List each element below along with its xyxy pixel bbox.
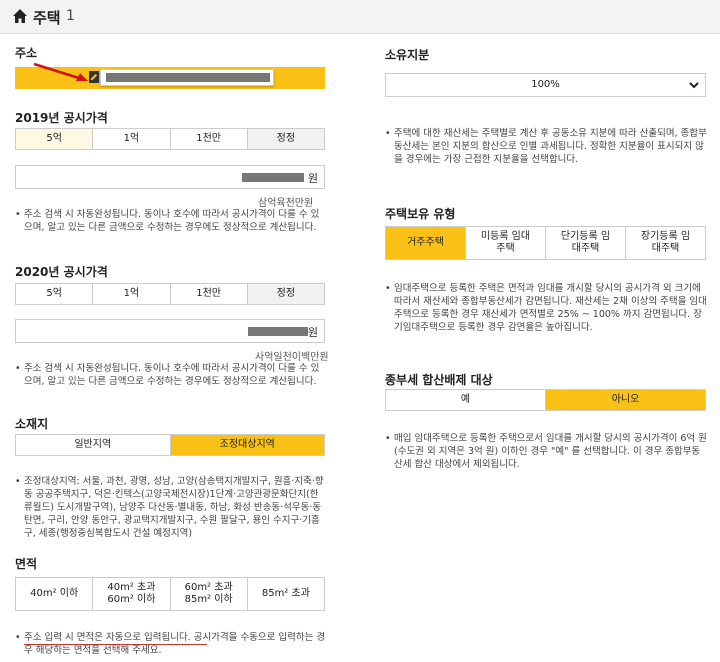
price-2019-note: 주소 검색 시 자동완성됩니다. 동이나 호수에 따라서 공시가격이 다를 수 … bbox=[15, 208, 327, 234]
holding-unregistered-rental-button[interactable]: 미등록 임대 주택 bbox=[465, 227, 545, 259]
area-option-60-85[interactable]: 60m² 초과 85m² 이하 bbox=[169, 578, 247, 610]
price-2020-label: 2020년 공시가격 bbox=[15, 265, 108, 279]
address-label: 주소 bbox=[15, 46, 38, 60]
area-label: 면적 bbox=[15, 557, 38, 571]
section-header: 주택 1 bbox=[0, 0, 720, 34]
holding-short-term-rental-button[interactable]: 단기등록 임 대주택 bbox=[545, 227, 625, 259]
location-general-button[interactable]: 일반지역 bbox=[16, 435, 170, 455]
address-redaction bbox=[106, 73, 270, 82]
holding-type-note: 임대주택으로 등록한 주택은 면적과 임대를 개시할 당시의 공시가격 외 크기… bbox=[385, 282, 708, 334]
price-2019-quick-buttons: 5억 1억 1천만 정정 bbox=[15, 128, 325, 150]
price-2019-korean-amount: 삼억육천만원 bbox=[258, 198, 314, 209]
price-2019-redaction bbox=[242, 173, 304, 182]
annotation-arrow-icon bbox=[33, 62, 88, 81]
price-2020-korean-amount: 사억일천이백만원 bbox=[255, 352, 329, 363]
holding-long-term-rental-button[interactable]: 장기등록 임 대주택 bbox=[625, 227, 705, 259]
exclusion-yes-button[interactable]: 예 bbox=[386, 390, 545, 410]
ownership-select[interactable]: 100% bbox=[385, 73, 706, 97]
price-2019-1cheonman-button[interactable]: 1천만 bbox=[169, 129, 247, 149]
holding-type-label: 주택보유 유형 bbox=[385, 207, 456, 221]
annotation-underline bbox=[24, 644, 207, 645]
holding-type-selector: 거주주택 미등록 임대 주택 단기등록 임 대주택 장기등록 임 대주택 bbox=[385, 226, 706, 260]
price-2019-label: 2019년 공시가격 bbox=[15, 111, 108, 125]
price-2019-5eok-button[interactable]: 5억 bbox=[16, 129, 93, 149]
price-2020-unit: 원 bbox=[307, 326, 318, 339]
location-label: 소재지 bbox=[15, 417, 49, 431]
ownership-value: 100% bbox=[531, 79, 560, 90]
area-option-under-40[interactable]: 40m² 이하 bbox=[16, 578, 93, 610]
price-2020-redaction bbox=[248, 327, 308, 336]
house-number: 1 bbox=[66, 8, 75, 24]
area-selector: 40m² 이하 40m² 초과 60m² 이하 60m² 초과 85m² 이하 85… bbox=[15, 577, 325, 611]
location-note: 조정대상지역: 서울, 과천, 광명, 성남, 고양(삼송택지개발지구, 원흥·… bbox=[15, 475, 327, 540]
page-title: 주택 bbox=[33, 9, 61, 27]
price-2019-unit: 원 bbox=[307, 172, 318, 185]
exclusion-no-button[interactable]: 아니오 bbox=[545, 390, 705, 410]
price-2019-reset-button[interactable]: 정정 bbox=[246, 129, 324, 149]
price-2020-note: 주소 검색 시 자동완성됩니다. 동이나 호수에 따라서 공시가격이 다를 수 … bbox=[15, 362, 327, 388]
exclusion-selector: 예 아니오 bbox=[385, 389, 706, 411]
holding-residence-button[interactable]: 거주주택 bbox=[386, 227, 465, 259]
home-icon bbox=[13, 9, 27, 23]
ownership-note: 주택에 대한 재산세는 주택별로 계산 후 공동소유 지분에 따라 산출되며, … bbox=[385, 127, 708, 166]
price-2020-1eok-button[interactable]: 1억 bbox=[92, 284, 170, 304]
price-2020-reset-button[interactable]: 정정 bbox=[246, 284, 324, 304]
price-2019-1eok-button[interactable]: 1억 bbox=[92, 129, 170, 149]
price-2020-quick-buttons: 5억 1억 1천만 정정 bbox=[15, 283, 325, 305]
address-input[interactable] bbox=[100, 69, 274, 86]
chevron-down-icon bbox=[689, 82, 699, 89]
price-2020-1cheonman-button[interactable]: 1천만 bbox=[169, 284, 247, 304]
price-2019-input[interactable]: 원 bbox=[15, 165, 325, 189]
price-2020-input[interactable]: 원 bbox=[15, 319, 325, 343]
area-option-40-60[interactable]: 40m² 초과 60m² 이하 bbox=[92, 578, 170, 610]
exclusion-label: 종부세 합산배제 대상 bbox=[385, 373, 493, 387]
location-selector: 일반지역 조정대상지역 bbox=[15, 434, 325, 456]
ownership-label: 소유지분 bbox=[385, 48, 430, 62]
price-2020-5eok-button[interactable]: 5억 bbox=[16, 284, 93, 304]
location-adjusted-button[interactable]: 조정대상지역 bbox=[169, 435, 324, 455]
exclusion-note: 매입 임대주택으로 등록한 주택으로서 임대를 개시할 당시의 공시가격이 6억… bbox=[385, 432, 708, 471]
area-option-over-85[interactable]: 85m² 초과 bbox=[246, 578, 324, 610]
